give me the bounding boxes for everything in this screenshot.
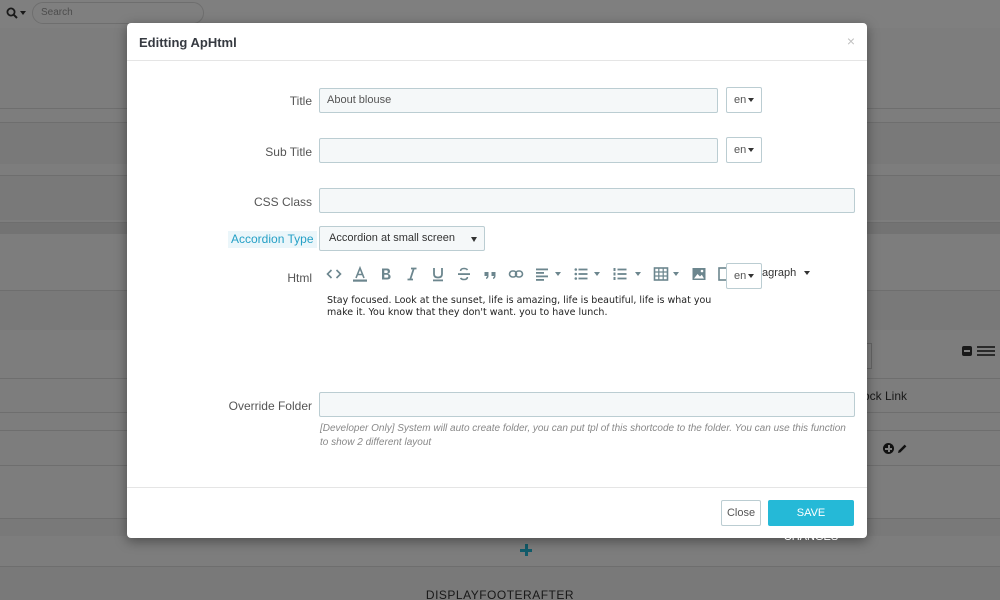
bullet-list-icon[interactable] — [572, 265, 590, 283]
title-language-label: en — [734, 94, 747, 106]
override-folder-label: Override Folder — [228, 399, 312, 413]
save-changes-button[interactable]: SAVE CHANGES — [768, 500, 854, 543]
title-input[interactable]: About blouse — [319, 88, 718, 113]
caret-down-icon — [804, 271, 811, 276]
strikethrough-icon[interactable] — [455, 265, 473, 283]
editor-line: Stay focused. Look at the sunset, life i… — [327, 295, 712, 306]
css-class-input[interactable] — [319, 188, 855, 213]
blockquote-icon[interactable] — [481, 265, 499, 283]
caret-down-icon — [748, 98, 754, 102]
caret-down-icon — [748, 148, 754, 152]
edit-aphtml-modal: Editting ApHtml × Title About blouse en … — [127, 23, 867, 543]
html-language-button[interactable]: en — [726, 263, 762, 289]
numbered-list-icon[interactable] — [611, 265, 629, 283]
accordion-type-select[interactable]: Accordion at small screen — [319, 226, 485, 251]
paragraph-format-label: agraph — [762, 267, 797, 279]
code-icon[interactable] — [325, 265, 343, 283]
align-icon[interactable] — [533, 265, 551, 283]
html-label: Html — [287, 271, 312, 285]
align-dropdown-icon[interactable] — [555, 272, 561, 276]
bullet-list-dropdown-icon[interactable] — [594, 272, 600, 276]
sub-title-label: Sub Title — [265, 145, 312, 159]
modal-header: Editting ApHtml × — [127, 23, 867, 61]
sub-title-language-button[interactable]: en — [726, 137, 762, 163]
title-language-button[interactable]: en — [726, 87, 762, 113]
italic-icon[interactable] — [403, 265, 421, 283]
link-icon[interactable] — [507, 265, 525, 283]
image-icon[interactable] — [690, 265, 708, 283]
accordion-type-label: Accordion Type — [228, 231, 317, 248]
accordion-type-selected: Accordion at small screen — [329, 232, 455, 244]
bold-icon[interactable] — [377, 265, 395, 283]
title-label: Title — [289, 94, 312, 108]
text-color-icon[interactable] — [351, 265, 369, 283]
table-dropdown-icon[interactable] — [673, 272, 679, 276]
html-editor-content[interactable]: Stay focused. Look at the sunset, life i… — [327, 295, 747, 319]
sub-title-language-label: en — [734, 144, 747, 156]
caret-down-icon — [748, 274, 754, 278]
paragraph-format-dropdown[interactable]: agraph — [762, 267, 811, 279]
sub-title-input[interactable] — [319, 138, 718, 163]
dropdown-arrow-icon — [471, 237, 477, 242]
override-folder-help-text: [Developer Only] System will auto create… — [320, 423, 846, 448]
close-button[interactable]: Close — [721, 500, 761, 526]
html-language-label: en — [734, 270, 747, 282]
editor-line: make it. You know that they don't want. … — [327, 307, 608, 318]
close-icon[interactable]: × — [847, 33, 855, 49]
table-icon[interactable] — [652, 265, 670, 283]
override-folder-input[interactable] — [319, 392, 855, 417]
numbered-list-dropdown-icon[interactable] — [635, 272, 641, 276]
underline-icon[interactable] — [429, 265, 447, 283]
modal-title: Editting ApHtml — [139, 35, 237, 50]
css-class-label: CSS Class — [253, 195, 312, 209]
